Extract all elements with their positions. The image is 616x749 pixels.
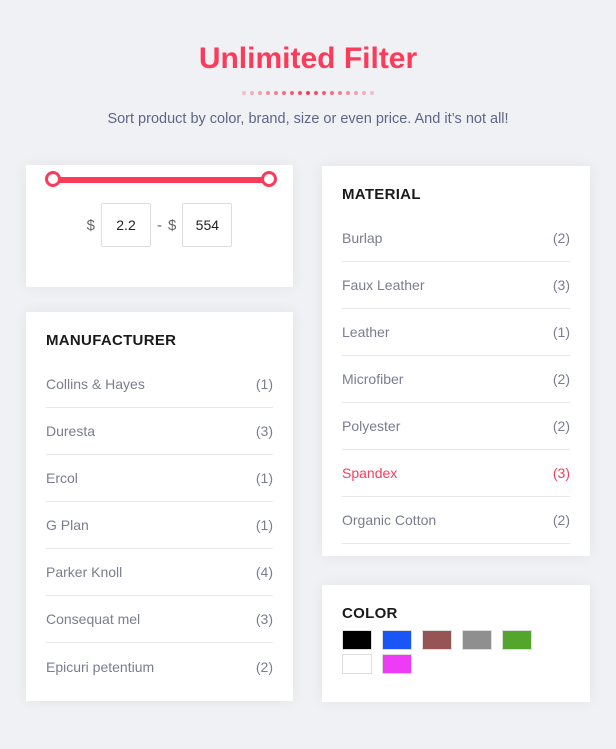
manufacturer-item[interactable]: Consequat mel (3) <box>46 596 273 643</box>
item-label: Microfiber <box>342 371 404 387</box>
material-filter-card: MATERIAL Burlap (2) Faux Leather (3) Leather… <box>322 166 590 556</box>
divider-dot <box>322 91 326 95</box>
material-heading: MATERIAL <box>342 186 421 203</box>
range-separator: - <box>157 216 162 234</box>
divider-dot <box>242 91 246 95</box>
item-count: (3) <box>552 465 570 481</box>
item-label: Spandex <box>342 465 398 481</box>
divider-dot <box>346 91 350 95</box>
currency-symbol: $ <box>168 216 177 234</box>
color-swatch[interactable] <box>382 630 412 650</box>
divider-dot <box>306 91 310 95</box>
manufacturer-filter-card: MANUFACTURER Collins & Hayes (1) Duresta (3… <box>26 312 293 701</box>
color-swatch[interactable] <box>342 630 372 650</box>
manufacturer-item[interactable]: Parker Knoll (4) <box>46 549 273 596</box>
divider-dot <box>354 91 358 95</box>
item-count: (2) <box>255 658 273 675</box>
manufacturer-item[interactable]: Collins & Hayes (1) <box>46 361 273 408</box>
item-count: (4) <box>255 564 273 580</box>
manufacturer-item[interactable]: Epicuri petentium (2) <box>46 643 273 690</box>
material-item[interactable]: Leather (1) <box>342 309 570 356</box>
price-range-track[interactable] <box>53 177 269 183</box>
item-label: Burlap <box>342 230 383 246</box>
manufacturer-heading: MANUFACTURER <box>46 332 177 349</box>
item-label: Organic Cotton <box>342 512 437 528</box>
divider-dot <box>282 91 286 95</box>
material-item[interactable]: Spandex (3) <box>342 450 570 497</box>
price-min-input[interactable]: 2.2 <box>101 203 151 247</box>
material-item[interactable]: Organic Cotton (2) <box>342 497 570 544</box>
page-title: Unlimited Filter <box>198 42 418 75</box>
color-filter-card: COLOR <box>322 585 590 702</box>
item-count: (3) <box>255 611 273 627</box>
color-swatch[interactable] <box>462 630 492 650</box>
divider-dot <box>370 91 374 95</box>
price-max-input[interactable]: 554 <box>182 203 233 247</box>
divider-dot <box>258 91 262 95</box>
price-max-handle[interactable] <box>261 171 277 187</box>
divider-dot <box>274 91 278 95</box>
decorative-dots <box>0 91 616 95</box>
item-label: G Plan <box>46 517 89 533</box>
divider-dot <box>362 91 366 95</box>
divider-dot <box>250 91 254 95</box>
price-min-handle[interactable] <box>45 171 61 187</box>
item-count: (2) <box>552 230 570 246</box>
divider-dot <box>338 91 342 95</box>
item-count: (1) <box>552 324 570 340</box>
color-swatch[interactable] <box>502 630 532 650</box>
item-label: Epicuri petentium <box>46 658 155 675</box>
color-heading: COLOR <box>342 605 398 622</box>
page-subtitle: Sort product by color, brand, size or ev… <box>107 111 509 127</box>
item-count: (2) <box>552 418 570 434</box>
material-item[interactable]: Burlap (2) <box>342 215 570 262</box>
item-count: (1) <box>255 470 273 486</box>
manufacturer-item[interactable]: Duresta (3) <box>46 408 273 455</box>
item-count: (1) <box>255 376 273 392</box>
item-count: (3) <box>552 277 570 293</box>
divider-dot <box>298 91 302 95</box>
item-label: Faux Leather <box>342 277 425 293</box>
material-item[interactable]: Microfiber (2) <box>342 356 570 403</box>
item-label: Ercol <box>46 470 78 486</box>
manufacturer-item[interactable]: Ercol (1) <box>46 455 273 502</box>
material-item[interactable]: Polyester (2) <box>342 403 570 450</box>
item-count: (3) <box>255 423 273 439</box>
item-count: (2) <box>552 512 570 528</box>
item-count: (2) <box>552 371 570 387</box>
item-label: Consequat mel <box>46 611 141 627</box>
item-count: (1) <box>255 517 273 533</box>
item-label: Leather <box>342 324 390 340</box>
color-swatch[interactable] <box>382 654 412 674</box>
item-label: Collins & Hayes <box>46 376 145 392</box>
material-item[interactable]: Faux Leather (3) <box>342 262 570 309</box>
item-label: Duresta <box>46 423 96 439</box>
divider-dot <box>330 91 334 95</box>
divider-dot <box>290 91 294 95</box>
item-label: Parker Knoll <box>46 564 123 580</box>
color-swatch[interactable] <box>422 630 452 650</box>
currency-symbol: $ <box>86 216 95 234</box>
price-filter-card: $ 2.2 - $ 554 <box>26 165 293 287</box>
color-swatch[interactable] <box>342 654 372 674</box>
manufacturer-item[interactable]: G Plan (1) <box>46 502 273 549</box>
divider-dot <box>314 91 318 95</box>
item-label: Polyester <box>342 418 401 434</box>
divider-dot <box>266 91 270 95</box>
